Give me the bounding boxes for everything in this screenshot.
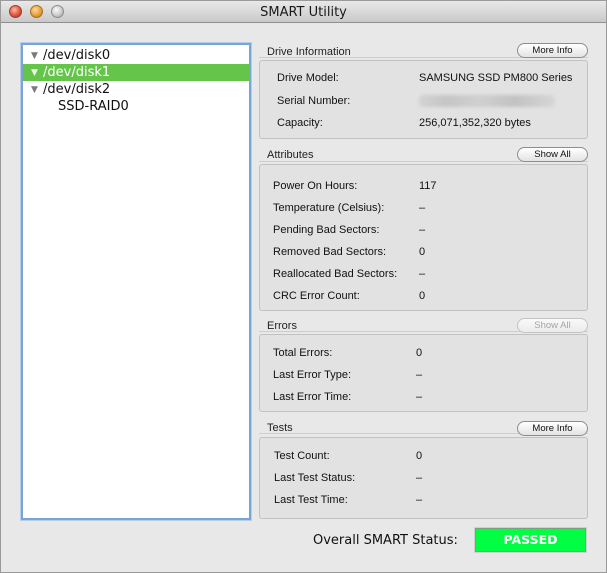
error-label: Last Error Time:	[273, 391, 352, 403]
attribute-value: –	[419, 268, 426, 280]
overall-status-label: Overall SMART Status:	[313, 533, 458, 548]
attribute-label: Pending Bad Sectors:	[273, 224, 380, 236]
title-bar: SMART Utility	[1, 1, 606, 23]
disk-label: /dev/disk0	[43, 48, 111, 63]
disk-label: /dev/disk1	[43, 65, 111, 80]
disk-item-disk0[interactable]: ▼/dev/disk0	[23, 47, 249, 64]
window-title: SMART Utility	[260, 5, 347, 20]
error-label: Total Errors:	[273, 347, 333, 359]
drive-model-value: SAMSUNG SSD PM800 Series	[419, 72, 573, 84]
disk-item-disk1[interactable]: ▼/dev/disk1	[23, 64, 249, 81]
drive-model-label: Drive Model:	[277, 72, 339, 84]
overall-status-badge: PASSED	[474, 527, 587, 553]
errors-show-all-button[interactable]: Show All	[517, 318, 588, 333]
disk-list[interactable]: ▼/dev/disk0 ▼/dev/disk1 ▼/dev/disk2 SSD-…	[21, 43, 251, 520]
smart-utility-window: SMART Utility ▼/dev/disk0 ▼/dev/disk1 ▼ /…	[0, 0, 607, 573]
attribute-label: CRC Error Count:	[273, 290, 360, 302]
attribute-value: –	[419, 224, 426, 236]
disk-item-ssd-raid0[interactable]: SSD-RAID0	[23, 98, 249, 115]
attributes-show-all-button[interactable]: Show All	[517, 147, 588, 162]
serial-number-label: Serial Number:	[277, 95, 351, 107]
test-label: Last Test Time:	[274, 494, 348, 506]
test-label: Last Test Status:	[274, 472, 356, 484]
test-value: 0	[416, 450, 423, 462]
test-value: –	[416, 494, 423, 506]
attribute-value: –	[419, 202, 426, 214]
attribute-label: Power On Hours:	[273, 180, 358, 192]
serial-number-redacted	[419, 95, 555, 107]
attribute-value: 117	[419, 180, 437, 192]
test-label: Test Count:	[274, 450, 330, 462]
capacity-label: Capacity:	[277, 117, 323, 129]
drive-more-info-button[interactable]: More Info	[517, 43, 588, 58]
disclosure-triangle-icon[interactable]: ▼	[31, 65, 43, 82]
error-value: –	[416, 369, 423, 381]
capacity-value: 256,071,352,320 bytes	[419, 117, 531, 129]
disclosure-triangle-icon[interactable]: ▼	[31, 48, 43, 65]
disk-label: SSD-RAID0	[58, 99, 129, 114]
attribute-value: 0	[419, 246, 426, 258]
error-value: 0	[416, 347, 423, 359]
attribute-value: 0	[419, 290, 426, 302]
attributes-label: Attributes	[267, 149, 314, 161]
attribute-label: Reallocated Bad Sectors:	[273, 268, 398, 280]
test-value: –	[416, 472, 423, 484]
disk-item-disk2[interactable]: ▼/dev/disk2	[23, 81, 249, 98]
attribute-label: Temperature (Celsius):	[273, 202, 385, 214]
disk-label: /dev/disk2	[43, 82, 111, 97]
disclosure-triangle-icon[interactable]: ▼	[31, 82, 43, 99]
tests-more-info-button[interactable]: More Info	[517, 421, 588, 436]
attribute-label: Removed Bad Sectors:	[273, 246, 387, 258]
error-label: Last Error Type:	[273, 369, 352, 381]
error-value: –	[416, 391, 423, 403]
